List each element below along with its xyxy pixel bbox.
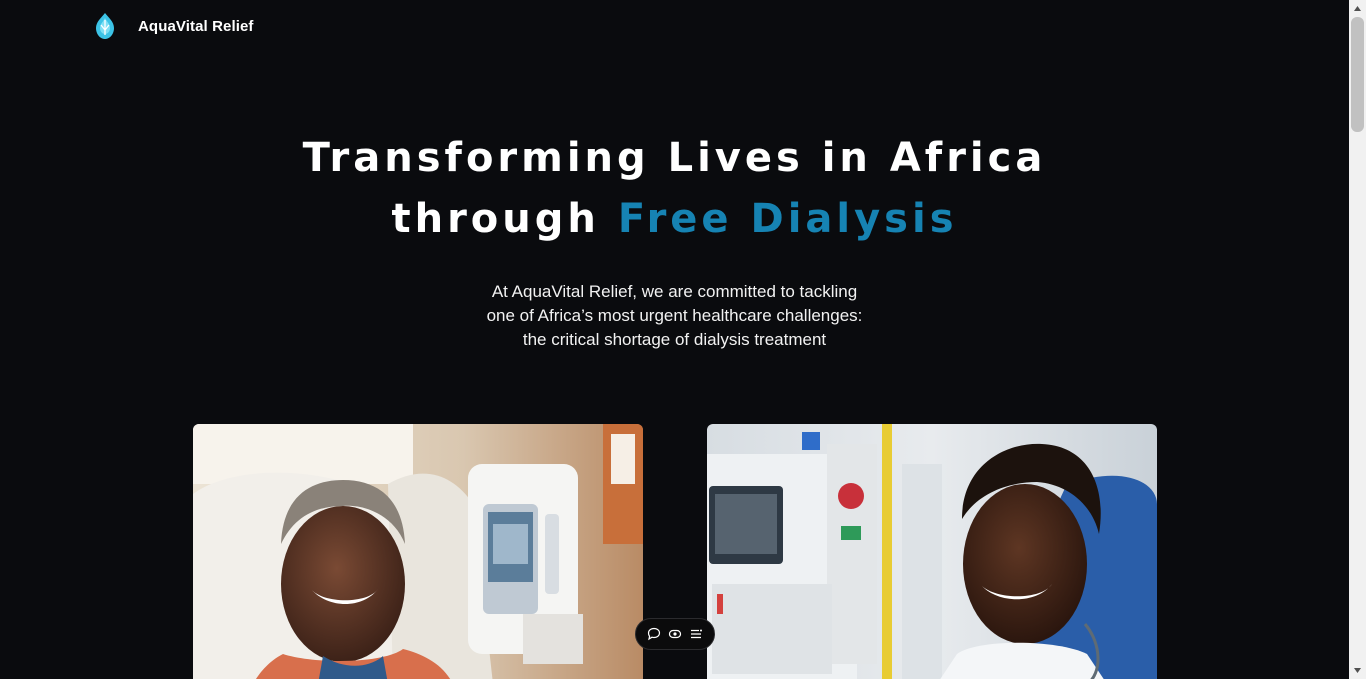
hero-title: Transforming Lives in Africa through Fre… <box>0 128 1349 250</box>
hero-title-accent: Free Dialysis <box>617 196 958 242</box>
site-brand[interactable]: AquaVital Relief <box>93 12 254 40</box>
hero-title-prefix: through <box>391 196 618 242</box>
hero-subtitle: At AquaVital Relief, we are committed to… <box>449 280 900 352</box>
eye-icon[interactable] <box>666 625 684 643</box>
hero-subtitle-line-2: one of Africa’s most urgent healthcare c… <box>486 306 863 325</box>
brand-name: AquaVital Relief <box>138 17 254 35</box>
woman-smiling-dialysis-chair-photo <box>193 424 643 679</box>
water-drop-lotus-icon <box>96 13 114 39</box>
vertical-scrollbar[interactable] <box>1349 0 1366 679</box>
chat-bubble-icon[interactable] <box>645 625 663 643</box>
hero-subtitle-line-1: At AquaVital Relief, we are committed to… <box>491 282 858 301</box>
man-smiling-dialysis-machine-photo <box>707 424 1157 679</box>
hero-title-line-1: Transforming Lives in Africa <box>302 135 1047 181</box>
page-viewport: AquaVital Relief Transforming Lives in A… <box>0 0 1349 679</box>
scroll-down-arrow-icon[interactable] <box>1349 662 1366 679</box>
floating-toolbar <box>635 618 715 650</box>
hero-subtitle-line-3: the critical shortage of dialysis treatm… <box>522 330 827 349</box>
scroll-up-arrow-icon[interactable] <box>1349 0 1366 17</box>
hero-title-line-2: through Free Dialysis <box>0 189 1349 250</box>
scrollbar-thumb[interactable] <box>1351 17 1364 132</box>
menu-lines-icon[interactable] <box>687 625 705 643</box>
